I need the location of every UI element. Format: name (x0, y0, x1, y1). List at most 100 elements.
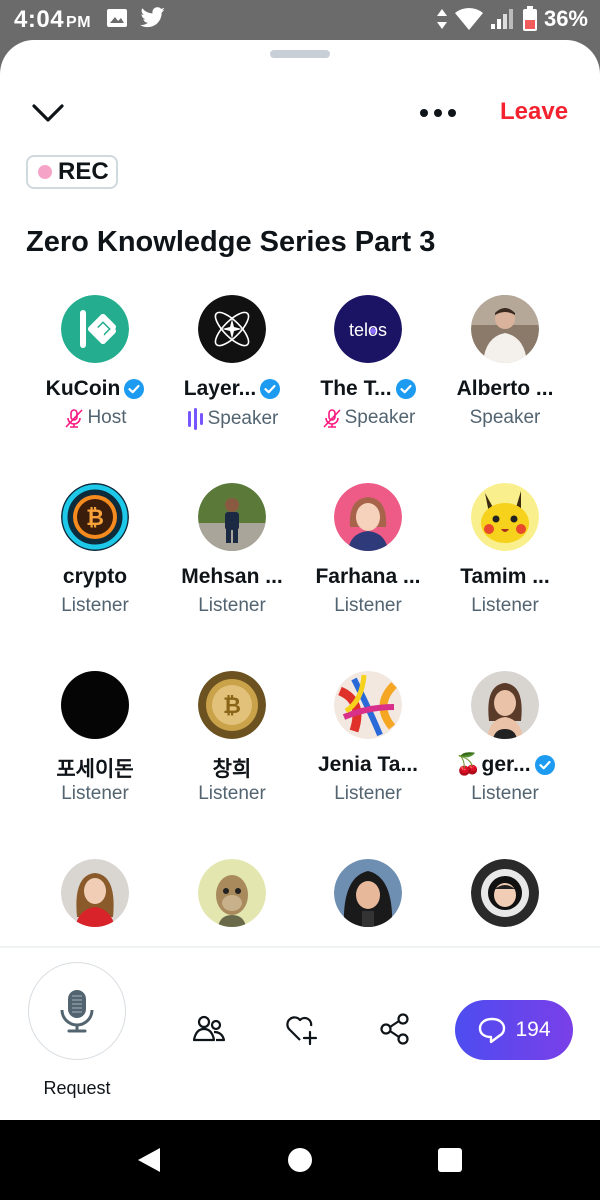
leave-button[interactable]: Leave (500, 98, 568, 126)
participant-name: Layer... (164, 377, 300, 401)
participant-role: Speaker (300, 407, 436, 429)
chat-bubble-icon (479, 1017, 506, 1044)
participants-row: 포세이돈 Listener ₿ 창희 Listener Jenia Ta... … (27, 671, 573, 859)
image-icon (107, 9, 127, 27)
battery-percentage: 36% (543, 6, 588, 31)
participant-mehsan[interactable]: Mehsan ... Listener (164, 483, 300, 671)
participant-poseidon[interactable]: 포세이돈 Listener (27, 671, 163, 859)
participant-name: 🍒ger... (437, 753, 573, 777)
participant-name: The T... (300, 377, 436, 401)
request-label: Request (43, 1078, 111, 1098)
verified-badge-icon (260, 379, 281, 399)
avatar: ₿ (61, 483, 129, 551)
avatar (61, 671, 129, 739)
participant-name: crypto (62, 565, 128, 588)
participant-tile[interactable] (300, 859, 436, 949)
participant-name: 창희 (212, 758, 252, 781)
participants-row: ₿ crypto Listener Mehsan ... Listener Fa… (27, 483, 573, 671)
participant-role: Listener (471, 595, 539, 616)
avatar (471, 671, 539, 739)
participant-role: Listener (334, 595, 402, 616)
svg-text:₿: ₿ (223, 693, 241, 718)
participant-alberto[interactable]: Alberto ... Speaker (437, 295, 573, 483)
participant-role: Speaker (469, 407, 541, 428)
participant-name: Farhana ... (315, 565, 421, 588)
system-nav-bar (0, 1120, 600, 1200)
status-bar: 4:04 PM 36% (0, 0, 600, 40)
participant-name: 포세이돈 (56, 758, 134, 781)
chat-count: 194 (515, 1018, 551, 1041)
back-triangle-icon[interactable] (136, 1146, 162, 1174)
verified-badge-icon (534, 755, 555, 775)
status-time: 4:04 PM (14, 6, 92, 33)
system-icons: 36% (436, 6, 588, 32)
twitter-icon (140, 7, 165, 28)
participant-role: Listener (334, 783, 402, 804)
participant-role: Listener (61, 783, 129, 804)
heart-plus-icon (286, 1016, 318, 1046)
divider (0, 946, 600, 948)
svg-text:₿: ₿ (86, 505, 104, 530)
drag-handle[interactable] (270, 50, 330, 58)
share-button[interactable] (378, 1012, 412, 1046)
chevron-down-icon (32, 104, 64, 122)
space-sheet: Leave REC Zero Knowledge Series Part 3 K… (0, 40, 600, 1120)
participant-tile[interactable] (437, 859, 573, 949)
avatar (471, 859, 539, 927)
more-options-button[interactable] (416, 98, 460, 128)
participant-tile[interactable] (164, 859, 300, 949)
participant-name: Alberto ... (456, 377, 554, 400)
space-title: Zero Knowledge Series Part 3 (26, 226, 436, 258)
participant-tamim[interactable]: Tamim ... Listener (437, 483, 573, 671)
participant-crypto[interactable]: ₿ crypto Listener (27, 483, 163, 671)
recording-badge: REC (26, 155, 118, 189)
share-icon (380, 1013, 409, 1045)
avatar (61, 859, 129, 927)
avatar (471, 295, 539, 363)
participant-telos[interactable]: telos The T... Speaker (300, 295, 436, 483)
request-mic-button[interactable] (28, 962, 126, 1060)
speaking-bars-icon (187, 408, 203, 430)
participant-role: Listener (198, 595, 266, 616)
notification-icons (106, 7, 166, 29)
mic-muted-icon (323, 409, 341, 428)
chat-button[interactable]: 194 (455, 1000, 573, 1060)
participant-tile[interactable] (27, 859, 163, 949)
participant-ger[interactable]: 🍒ger... Listener (437, 671, 573, 859)
microphone-icon (60, 990, 94, 1033)
people-button[interactable] (192, 1012, 226, 1046)
avatar: ₿ (198, 671, 266, 739)
participant-kucoin[interactable]: KuCoin Host (27, 295, 163, 483)
participant-role: Listener (471, 783, 539, 804)
participants-row: KuCoin Host Layer... Speaker telos The T… (27, 295, 573, 483)
avatar (334, 671, 402, 739)
collapse-button[interactable] (28, 98, 68, 128)
participant-name: Jenia Ta... (318, 753, 418, 776)
avatar: telos (334, 295, 402, 363)
battery-icon (522, 6, 537, 31)
participant-changhee[interactable]: ₿ 창희 Listener (164, 671, 300, 859)
signal-icon (490, 9, 513, 29)
verified-badge-icon (395, 379, 416, 399)
reaction-button[interactable] (284, 1012, 318, 1046)
participant-role: Listener (198, 783, 266, 804)
mic-muted-icon (65, 409, 84, 428)
home-circle-icon[interactable] (288, 1148, 312, 1172)
avatar (471, 483, 539, 551)
avatar (198, 483, 266, 551)
participant-farhana[interactable]: Farhana ... Listener (300, 483, 436, 671)
svg-text:telos: telos (349, 320, 387, 340)
avatar (334, 483, 402, 551)
avatar (198, 859, 266, 927)
avatar (61, 295, 129, 363)
verified-badge-icon (124, 379, 145, 399)
recording-dot-icon (38, 165, 52, 179)
recents-square-icon[interactable] (438, 1148, 462, 1172)
people-icon (192, 1015, 226, 1042)
participant-name: Tamim ... (460, 565, 550, 588)
participant-layer[interactable]: Layer... Speaker (164, 295, 300, 483)
participant-role: Listener (61, 595, 129, 616)
data-arrows-icon (436, 9, 447, 29)
participant-jenia[interactable]: Jenia Ta... Listener (300, 671, 436, 859)
participant-role: Host (27, 407, 163, 429)
